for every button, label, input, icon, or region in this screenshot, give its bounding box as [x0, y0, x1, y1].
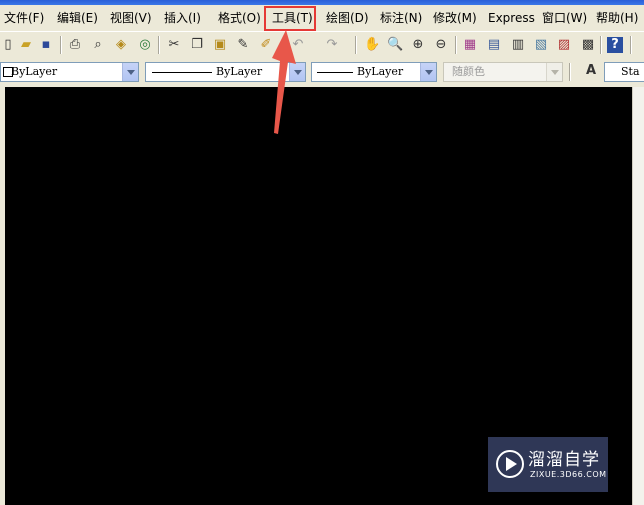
- annotation-arrow: [272, 30, 296, 134]
- new-file-icon[interactable]: ▯: [0, 37, 16, 53]
- watermark-title: 溜溜自学: [528, 450, 600, 470]
- copy-icon[interactable]: ❐: [189, 37, 205, 53]
- watermark-logo: 溜溜自学 ZIXUE.3D66.COM: [488, 437, 608, 492]
- design-center-icon[interactable]: ▤: [486, 37, 502, 53]
- menu-insert[interactable]: 插入(I): [164, 9, 201, 27]
- plot-style-value: 随颜色: [452, 65, 485, 78]
- markup-icon[interactable]: ▨: [556, 37, 572, 53]
- paste-icon[interactable]: ▣: [212, 37, 228, 53]
- menu-dimension[interactable]: 标注(N): [380, 9, 422, 27]
- vertical-scrollbar[interactable]: [632, 87, 644, 505]
- web-icon[interactable]: ◎: [137, 37, 153, 53]
- toolbar-separator: [60, 36, 62, 54]
- play-logo-icon: [496, 450, 524, 478]
- layer-color-select[interactable]: ByLayer: [0, 62, 139, 82]
- menu-modify[interactable]: 修改(M): [433, 9, 477, 27]
- chevron-down-icon[interactable]: [420, 63, 436, 81]
- publish-icon[interactable]: ◈: [113, 37, 129, 53]
- print-icon[interactable]: ⎙: [67, 37, 83, 53]
- chevron-down-icon[interactable]: [122, 63, 138, 81]
- linetype-preview: [152, 72, 212, 73]
- menu-format[interactable]: 格式(O): [218, 9, 261, 27]
- lineweight-select[interactable]: ByLayer: [311, 62, 437, 82]
- lineweight-preview: [317, 72, 353, 73]
- menu-edit[interactable]: 编辑(E): [57, 9, 98, 27]
- menu-express[interactable]: Express: [488, 9, 535, 27]
- red-arrow-icon: [272, 30, 296, 134]
- zoom-previous-icon[interactable]: ⊖: [433, 37, 449, 53]
- zoom-window-icon[interactable]: ⊕: [410, 37, 426, 53]
- menu-bar: 文件(F) 编辑(E) 视图(V) 插入(I) 格式(O) 工具(T) 绘图(D…: [0, 5, 644, 30]
- standard-toolbar: ▯ ▰ ▪ ⎙ ⌕ ◈ ◎ ✂ ❐ ▣ ✎ ✐ ↶ ↷ ✋ 🔍 ⊕ ⊖ ▦ ▤ …: [0, 31, 644, 60]
- save-icon[interactable]: ▪: [38, 37, 54, 53]
- cut-icon[interactable]: ✂: [166, 37, 182, 53]
- match-properties-icon[interactable]: ✎: [235, 37, 251, 53]
- text-style-icon[interactable]: A: [583, 63, 599, 79]
- toolbar-separator: [569, 63, 571, 81]
- text-style-select[interactable]: Sta: [604, 62, 644, 82]
- plot-style-select: 随颜色: [443, 62, 563, 82]
- tool-palettes-icon[interactable]: ▥: [510, 37, 526, 53]
- toolbar-separator: [630, 36, 632, 54]
- properties-toolbar: ByLayer ByLayer ByLayer 随颜色 A Sta: [0, 59, 644, 85]
- menu-view[interactable]: 视图(V): [110, 9, 152, 27]
- menu-help[interactable]: 帮助(H): [596, 9, 638, 27]
- watermark-subtitle: ZIXUE.3D66.COM: [530, 470, 607, 479]
- menu-window[interactable]: 窗口(W): [542, 9, 587, 27]
- menu-file[interactable]: 文件(F): [4, 9, 44, 27]
- layer-color-value: ByLayer: [11, 65, 58, 78]
- zoom-realtime-icon[interactable]: 🔍: [387, 37, 403, 53]
- menu-draw[interactable]: 绘图(D): [326, 9, 369, 27]
- open-folder-icon[interactable]: ▰: [18, 37, 34, 53]
- toolbar-separator: [158, 36, 160, 54]
- chevron-down-icon: [546, 63, 562, 81]
- toolbar-separator: [355, 36, 357, 54]
- redo-icon[interactable]: ↷: [324, 37, 340, 53]
- sheet-set-icon[interactable]: ▧: [533, 37, 549, 53]
- print-preview-icon[interactable]: ⌕: [90, 37, 106, 53]
- calculator-icon[interactable]: ▩: [580, 37, 596, 53]
- toolbar-separator: [455, 36, 457, 54]
- lineweight-value: ByLayer: [357, 65, 404, 78]
- linetype-value: ByLayer: [216, 65, 263, 78]
- properties-icon[interactable]: ▦: [462, 37, 478, 53]
- pan-icon[interactable]: ✋: [364, 37, 380, 53]
- help-icon[interactable]: ?: [607, 37, 623, 53]
- toolbar-separator: [600, 36, 602, 54]
- text-style-value: Sta: [621, 65, 640, 78]
